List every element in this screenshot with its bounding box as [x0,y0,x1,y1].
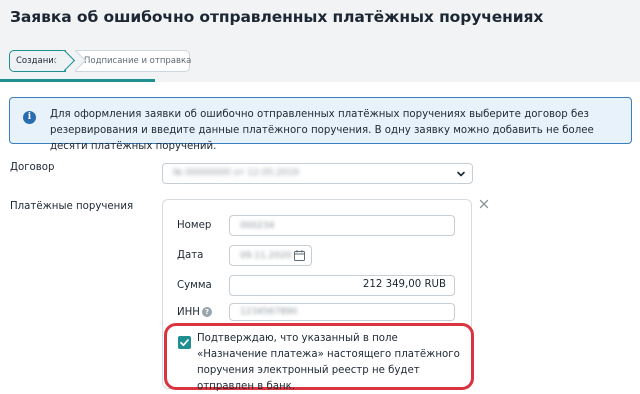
contract-label: Договор [10,162,55,173]
check-icon [180,339,189,347]
date-label: Дата [177,250,204,261]
info-text: Для оформления заявки об ошибочно отправ… [50,109,594,152]
step-sign-and-send[interactable]: Подписание и отправка [75,50,192,72]
page-title: Заявка об ошибочно отправленных платёжны… [10,8,544,26]
amount-input[interactable]: 212 349,00 RUB [229,275,455,296]
step-sign-and-send-label: Подписание и отправка [84,56,192,66]
date-input[interactable]: 09.11.2020 [229,245,312,266]
number-input[interactable]: 000234 [229,215,455,236]
info-banner: i Для оформления заявки об ошибочно отпр… [9,97,632,152]
date-value: 09.11.2020 [240,251,292,261]
confirm-checkbox[interactable] [178,336,191,349]
step-create-label: Создание [15,56,60,66]
contract-select[interactable]: № 00000000 от 12.05.2019 [162,163,473,184]
payments-label: Платёжные поручения [10,201,134,212]
close-icon[interactable] [479,199,489,209]
inn-value: 1234567890 [240,307,298,317]
inn-input[interactable]: 1234567890 [229,303,455,321]
help-icon[interactable]: ? [202,307,212,317]
info-icon: i [23,111,36,124]
chevron-down-icon [457,171,465,177]
contract-select-value: № 00000000 от 12.05.2019 [173,168,300,178]
number-value: 000234 [240,221,275,231]
confirm-text: Подтверждаю, что указанный в поле «Назна… [197,333,460,392]
calendar-icon[interactable] [293,249,306,262]
inn-label: ИНН [177,307,200,318]
amount-value: 212 349,00 RUB [362,279,446,290]
step-create[interactable]: Создание [9,50,66,72]
amount-label: Сумма [177,280,212,291]
active-step-indicator [0,79,155,82]
page-header: Заявка об ошибочно отправленных платёжны… [0,0,640,82]
number-label: Номер [177,220,212,231]
